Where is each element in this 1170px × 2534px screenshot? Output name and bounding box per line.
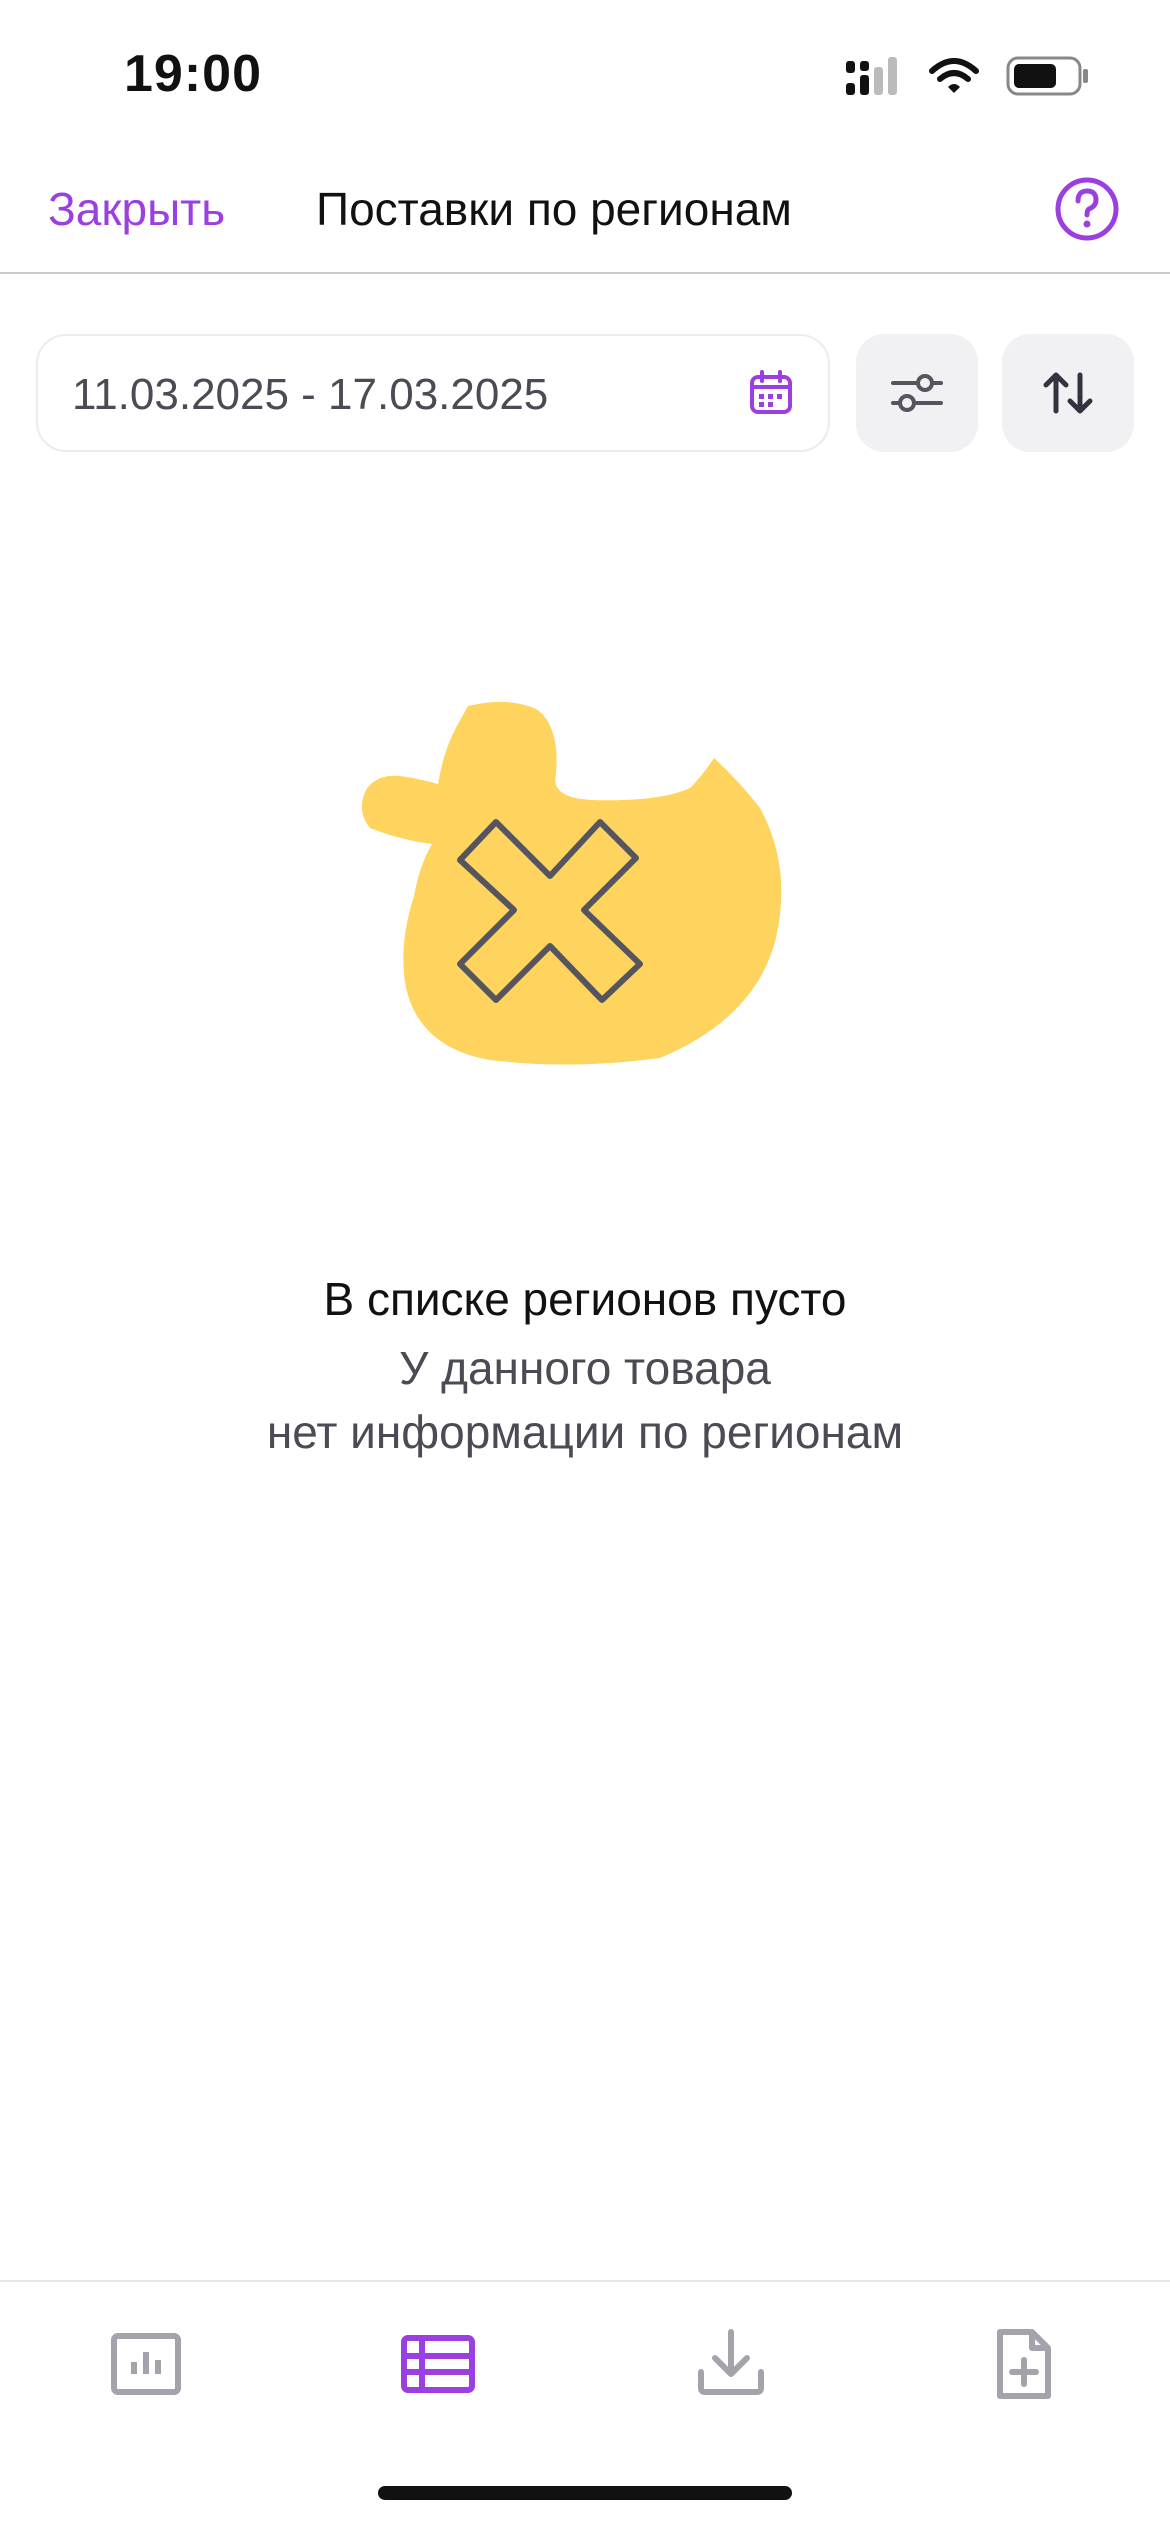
empty-state-subtitle: У данного товара нет информации по регио… [0,1336,1170,1464]
status-icons [846,56,1090,96]
page-title: Поставки по регионам [316,183,792,235]
calendar-icon [750,370,792,414]
date-range-value: 11.03.2025 - 17.03.2025 [72,370,549,419]
help-icon[interactable] [1054,176,1120,242]
cellular-signal-icon [846,57,897,95]
sliders-icon [891,374,943,412]
battery-icon [1006,56,1088,96]
empty-state-subtitle-line1: У данного товара [399,1342,771,1394]
sort-button[interactable] [1002,334,1134,452]
filter-button[interactable] [856,334,978,452]
empty-duck-illustration [361,701,782,1065]
chart-icon[interactable] [106,2324,186,2404]
add-document-icon[interactable] [984,2324,1064,2404]
duck-body [361,701,782,1065]
empty-state-title: В списке регионов пусто [323,1273,847,1325]
wifi-icon [929,58,979,93]
empty-state-subtitle-line2: нет информации по регионам [266,1406,904,1458]
close-button[interactable]: Закрыть [48,182,225,236]
nav-header: Закрыть Поставки по регионам [0,160,1170,274]
table-list-icon[interactable] [398,2324,478,2404]
sort-arrows-icon [1043,372,1093,414]
home-indicator [378,2486,792,2500]
status-time: 19:00 [124,45,262,103]
download-icon[interactable] [691,2324,771,2404]
date-range-field[interactable]: 11.03.2025 - 17.03.2025 [36,334,830,452]
status-bar: 19:00 [0,0,1170,150]
